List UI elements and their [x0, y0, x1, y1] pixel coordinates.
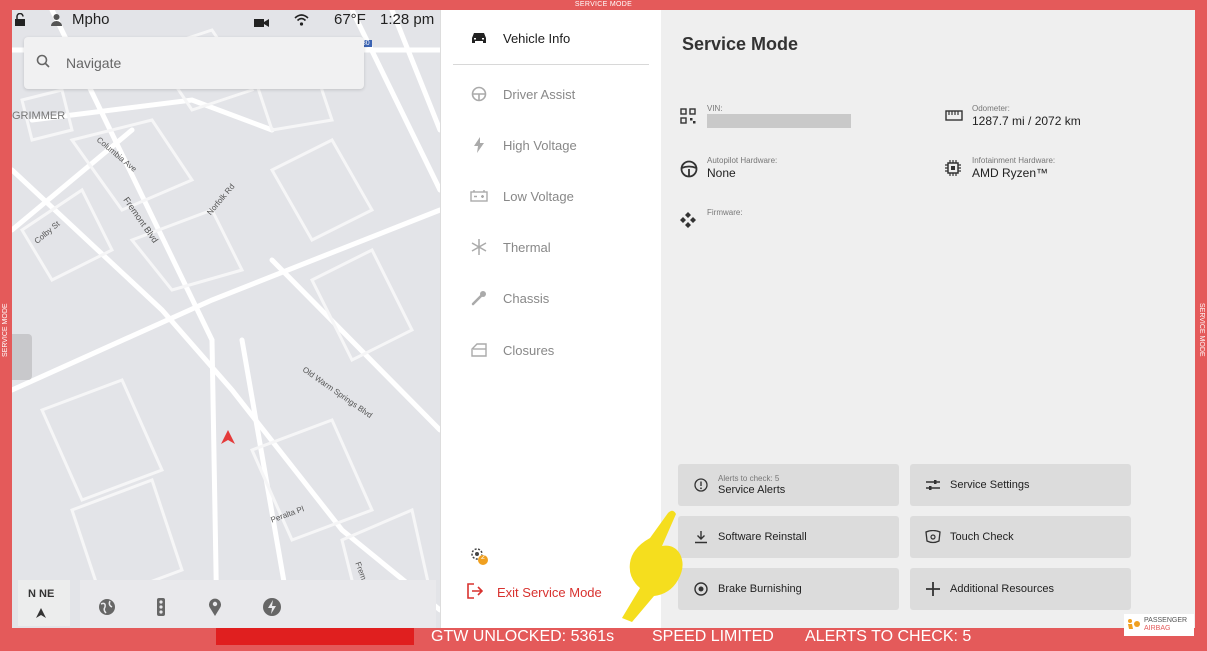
map-drawer-handle[interactable] — [12, 334, 32, 380]
alert-circle-icon — [692, 478, 710, 492]
software-reinstall-button[interactable]: Software Reinstall — [678, 516, 899, 558]
map-label-grimmer: GRIMMER — [12, 110, 66, 122]
map-controls-bar — [80, 580, 436, 628]
car-icon — [467, 32, 491, 44]
airbag-line1: PASSENGER — [1144, 617, 1188, 624]
service-mode-label-left: SERVICE MODE — [2, 303, 9, 357]
nav-label: Vehicle Info — [503, 30, 571, 46]
service-mode-label: SERVICE MODE — [574, 1, 633, 8]
lock-icon[interactable] — [14, 12, 26, 30]
gtw-status: GTW UNLOCKED: 5361s — [431, 628, 615, 645]
nav-item-thermal[interactable]: Thermal — [453, 227, 649, 267]
speed-status: SPEED LIMITED — [652, 628, 774, 645]
service-alerts-button[interactable]: Alerts to check: 5 Service Alerts — [678, 464, 899, 506]
firmware-icon — [680, 212, 696, 233]
autopilot-label: Autopilot Hardware: — [707, 156, 778, 165]
nav-item-low-voltage[interactable]: Low Voltage — [453, 176, 649, 216]
search-icon — [36, 54, 50, 73]
steering-wheel-icon — [680, 160, 698, 183]
firmware-label: Firmware: — [707, 208, 743, 217]
software-reinstall-label: Software Reinstall — [718, 531, 807, 543]
service-alerts-label: Service Alerts — [718, 484, 786, 496]
service-mode-panel: Service Mode VIN: Odometer: 1287.7 mi / … — [661, 10, 1195, 628]
infotainment-label: Infotainment Hardware: — [972, 156, 1056, 165]
nav-item-driver-assist[interactable]: Driver Assist — [453, 74, 649, 114]
brake-burnishing-button[interactable]: Brake Burnishing — [678, 568, 899, 610]
exit-service-mode-button[interactable]: Exit Service Mode — [467, 583, 602, 602]
airbag-icon — [1126, 618, 1140, 632]
service-settings-label: Service Settings — [950, 479, 1030, 491]
dashcam-icon[interactable] — [254, 15, 269, 32]
brake-icon — [692, 582, 710, 596]
nav-item-high-voltage[interactable]: High Voltage — [453, 125, 649, 165]
touch-screen-icon — [924, 530, 942, 544]
service-settings-button[interactable]: Service Settings — [910, 464, 1131, 506]
airbag-line2: AIRBAG — [1144, 625, 1171, 632]
pointing-hand-icon — [610, 508, 690, 628]
alerts-status: ALERTS TO CHECK: 5 — [805, 628, 972, 645]
snowflake-icon — [467, 239, 491, 255]
odometer-label: Odometer: — [972, 104, 1010, 113]
additional-resources-label: Additional Resources — [950, 583, 1054, 595]
heading-arrow-icon — [36, 608, 46, 621]
status-bar: Mpho 67°F 1:28 pm — [12, 10, 440, 30]
infotainment-value: AMD Ryzen™ — [972, 166, 1049, 180]
service-mode-label-right: SERVICE MODE — [1198, 303, 1205, 357]
compass[interactable]: N NE — [18, 580, 70, 626]
nav-item-vehicle-info[interactable]: Vehicle Info — [453, 18, 649, 58]
brake-burnishing-label: Brake Burnishing — [718, 583, 802, 595]
sliders-icon — [924, 479, 942, 491]
additional-resources-button[interactable]: Additional Resources — [910, 568, 1131, 610]
nav-label: High Voltage — [503, 137, 577, 153]
nav-divider — [453, 64, 649, 65]
charging-icon[interactable] — [262, 597, 282, 622]
clock: 1:28 pm — [380, 11, 435, 28]
qr-code-icon — [680, 108, 696, 129]
download-icon — [692, 530, 710, 544]
vin-label: VIN: — [707, 104, 723, 113]
page-title: Service Mode — [682, 34, 799, 54]
notification-count: 2 — [481, 554, 485, 561]
compass-label: N NE — [28, 588, 55, 600]
gear-notification-icon[interactable]: 2 — [469, 546, 489, 571]
passenger-airbag-indicator: PASSENGER AIRBAG — [1124, 614, 1194, 636]
nav-label: Low Voltage — [503, 188, 574, 204]
door-icon — [467, 343, 491, 357]
odometer-icon — [945, 108, 963, 127]
profile-name[interactable]: Mpho — [72, 11, 110, 28]
steering-wheel-icon — [467, 86, 491, 102]
exit-icon — [467, 583, 484, 602]
alerts-count: Alerts to check: 5 — [718, 474, 780, 483]
nav-label: Chassis — [503, 290, 550, 306]
temperature-readout: 67°F — [334, 11, 366, 28]
nav-label: Thermal — [503, 239, 551, 255]
nav-label: Driver Assist — [503, 86, 576, 102]
profile-icon[interactable] — [50, 13, 63, 30]
wifi-icon — [294, 13, 309, 30]
location-pin-icon[interactable] — [208, 598, 222, 621]
globe-icon[interactable] — [98, 598, 116, 621]
navigate-input[interactable] — [66, 51, 346, 75]
nav-item-closures[interactable]: Closures — [453, 330, 649, 370]
autopilot-value: None — [707, 166, 736, 180]
service-status-bar: GTW UNLOCKED: 5361s SPEED LIMITED ALERTS… — [0, 628, 1207, 651]
odometer-value: 1287.7 mi / 2072 km — [972, 114, 1081, 128]
navigate-search[interactable] — [24, 37, 364, 89]
lightning-icon — [467, 137, 491, 153]
battery-icon — [467, 190, 491, 202]
status-highlight — [216, 628, 414, 645]
nav-label: Closures — [503, 342, 555, 358]
nav-item-chassis[interactable]: Chassis — [453, 278, 649, 318]
wrench-icon — [467, 290, 491, 306]
exit-label: Exit Service Mode — [497, 585, 602, 600]
chip-icon — [945, 160, 961, 181]
touch-check-button[interactable]: Touch Check — [910, 516, 1131, 558]
plus-icon — [924, 582, 942, 596]
map-view[interactable]: GRIMMER Columbia Ave Fremont Blvd Norfol… — [12, 10, 440, 628]
touch-check-label: Touch Check — [950, 531, 1014, 543]
vin-redacted — [707, 114, 851, 128]
traffic-light-icon[interactable] — [156, 598, 166, 621]
